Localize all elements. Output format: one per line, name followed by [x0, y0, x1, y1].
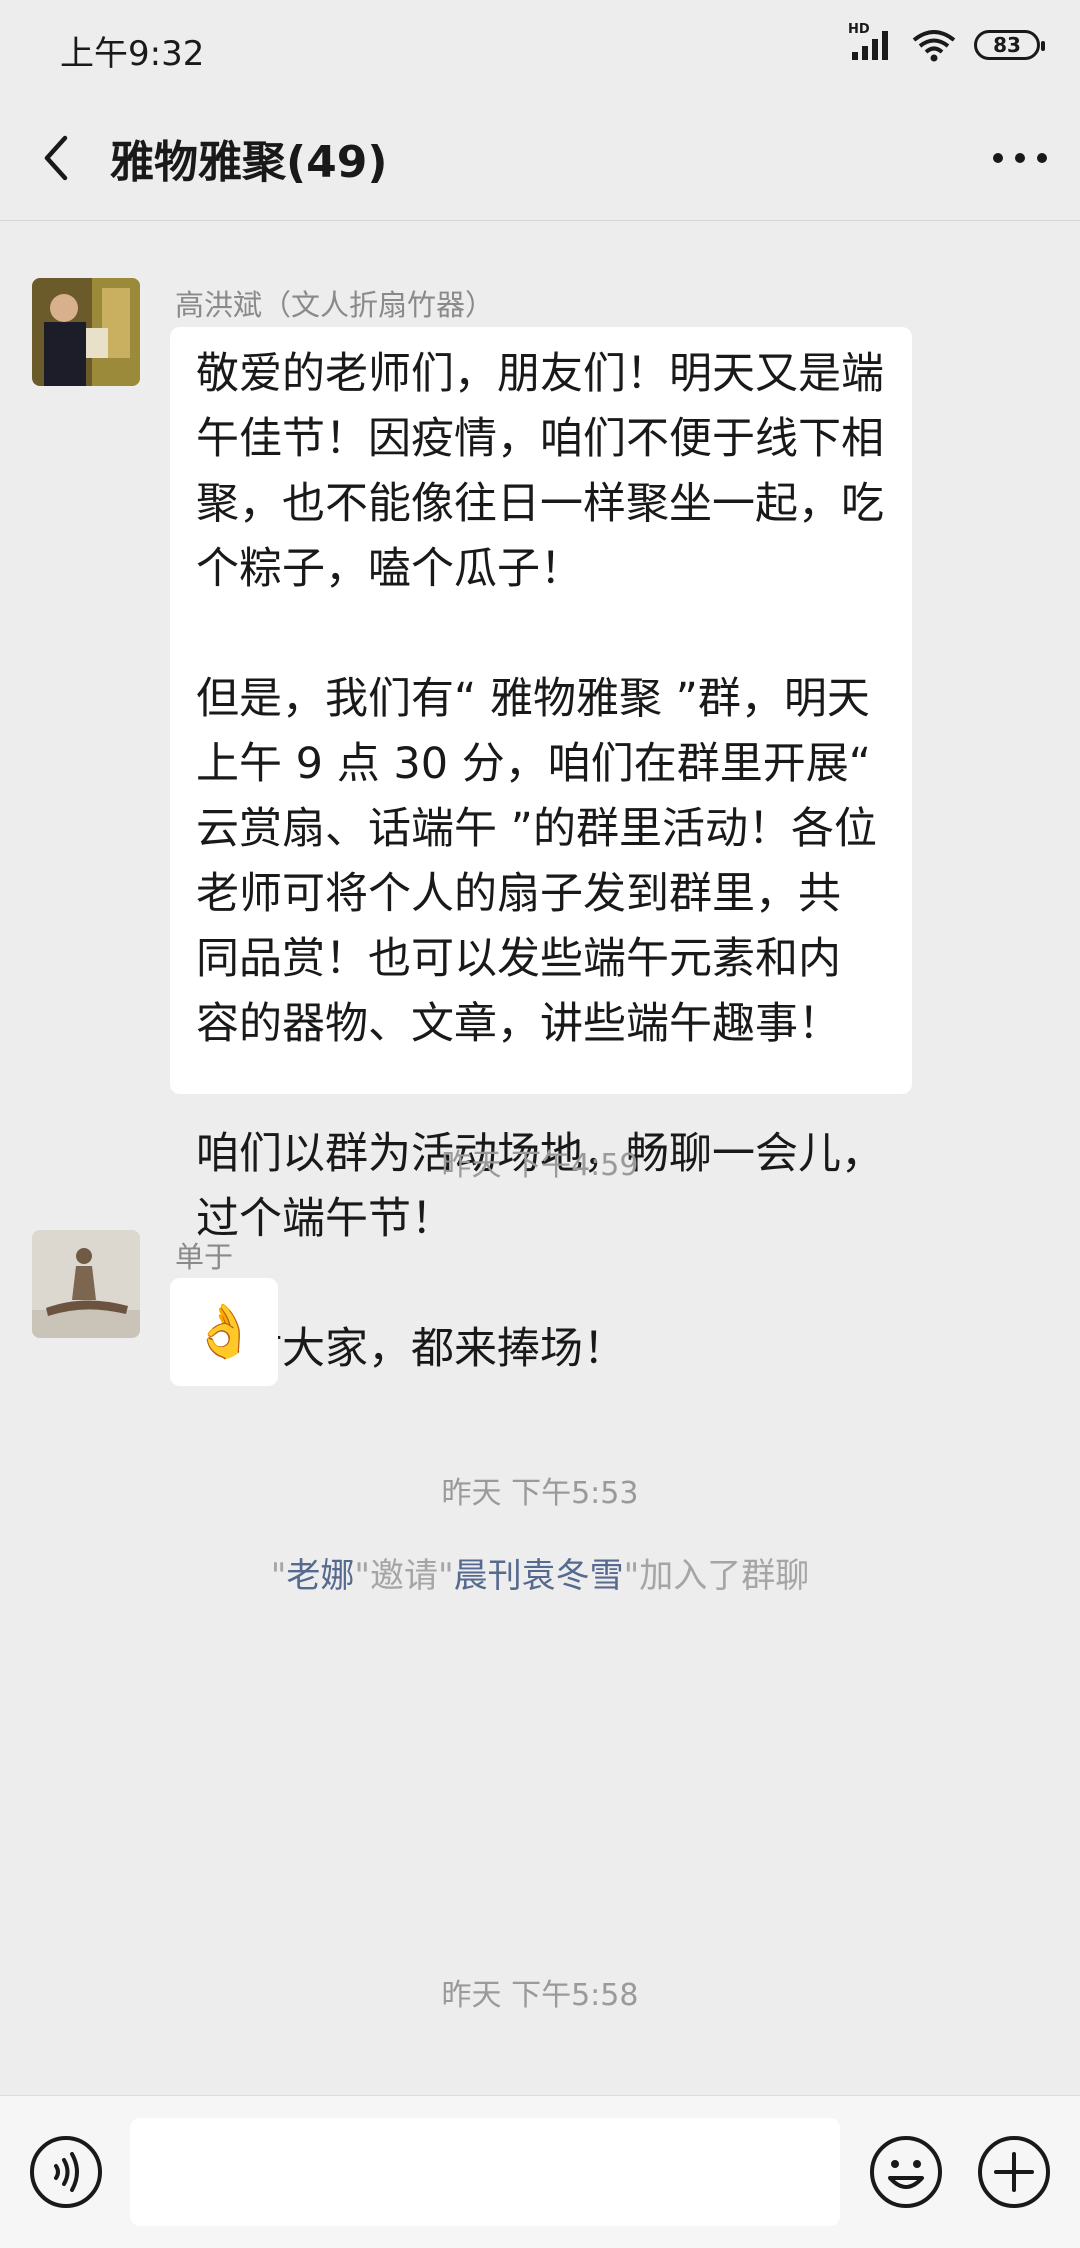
message-bubble[interactable]: 敬爱的老师们，朋友们！明天又是端 午佳节！因疫情，咱们不便于线下相 聚，也不能像… [170, 327, 912, 1374]
input-bar [0, 2095, 1080, 2248]
message-input[interactable] [130, 2118, 840, 2226]
title-bar: 雅物雅聚(49) [0, 96, 1080, 221]
chat-title: 雅物雅聚(49) [110, 137, 388, 188]
smiley-icon [870, 2136, 942, 2208]
chevron-left-icon [44, 135, 68, 181]
message-list[interactable]: 高洪斌（文人折扇竹器） 敬爱的老师们，朋友们！明天又是端 午佳节！因疫情，咱们不… [0, 220, 1080, 2095]
quote-open: " [270, 1556, 287, 1596]
more-button[interactable] [984, 126, 1056, 190]
avatar-photo-icon [32, 278, 140, 386]
inviter-link[interactable]: 老娜 [286, 1556, 354, 1596]
invitee-link[interactable]: 晨刊袁冬雪 [454, 1556, 624, 1596]
voice-button[interactable] [28, 2134, 104, 2210]
status-time: 上午9:32 [60, 34, 205, 74]
sender-name: 单于 [175, 1240, 234, 1274]
status-icons: HD 83 [848, 22, 1045, 62]
sender-name: 高洪斌（文人折扇竹器） [175, 288, 495, 322]
emoji-bubble[interactable]: 👌 [170, 1278, 278, 1386]
avatar[interactable] [32, 1230, 140, 1338]
voice-icon [30, 2136, 102, 2208]
back-button[interactable] [24, 126, 88, 190]
chat-screen: 上午9:32 HD 83 雅物雅聚(49) 高洪斌（文人折扇竹器） 敬爱的老师们… [0, 0, 1080, 2248]
plus-button[interactable] [976, 2134, 1052, 2210]
quote-close: " [354, 1556, 370, 1596]
signal-icon: HD [848, 22, 894, 62]
wifi-icon [912, 28, 956, 62]
quote-close: " [623, 1556, 640, 1596]
system-notice: "老娜"邀请"晨刊袁冬雪"加入了群聊 [0, 1548, 1080, 1597]
message-text: 敬爱的老师们，朋友们！明天又是端 午佳节！因疫情，咱们不便于线下相 聚，也不能像… [196, 349, 884, 1374]
ok-hand-emoji: 👌 [191, 1302, 257, 1362]
avatar-photo-icon [32, 1230, 140, 1338]
status-bar: 上午9:32 HD 83 [0, 0, 1080, 96]
more-dots-icon [993, 153, 1047, 163]
battery-icon: 83 [974, 30, 1045, 60]
join-suffix: 加入了群聊 [639, 1556, 810, 1596]
plus-circle-icon [978, 2136, 1050, 2208]
quote-open: " [438, 1556, 454, 1596]
time-label: 昨天 下午5:58 [441, 1978, 639, 2013]
time-label: 昨天 下午4:59 [441, 1148, 639, 1183]
emoji-button[interactable] [868, 2134, 944, 2210]
invite-verb: 邀请 [370, 1556, 438, 1596]
time-label: 昨天 下午5:53 [441, 1476, 639, 1511]
avatar[interactable] [32, 278, 140, 386]
